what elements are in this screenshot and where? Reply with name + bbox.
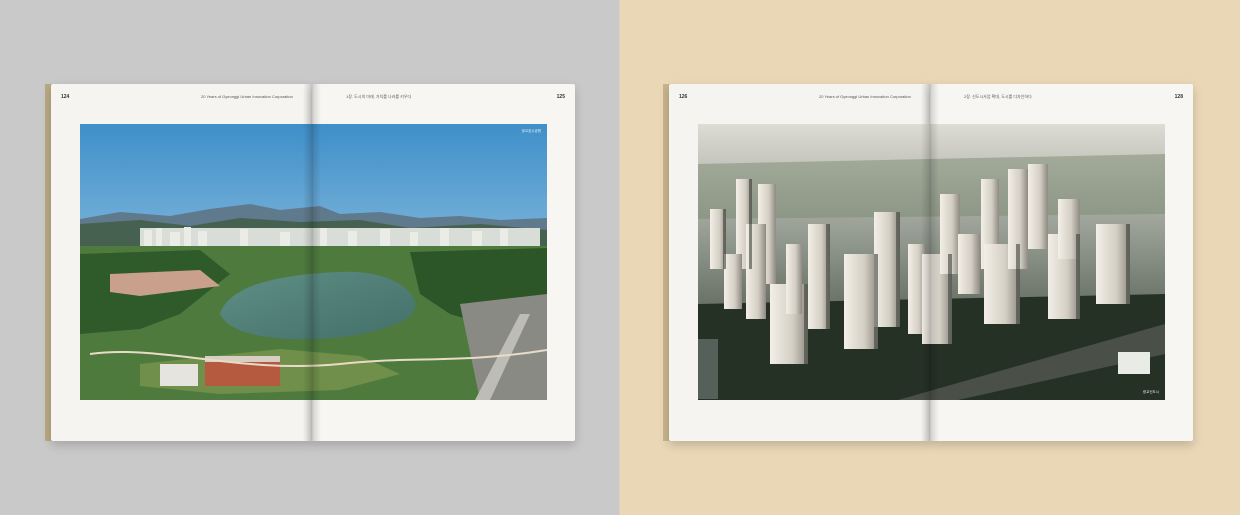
book-gutter-shadow [921,84,939,441]
mockup-canvas: 124 20 Years of Gyeonggi Urban Innovatio… [0,0,1240,515]
photo-credit: 광교호수공원 [521,129,541,133]
running-head-right: 2장. 신도시사업 확대, 도시를 디자인하다 [964,94,1032,99]
page-number-left: 124 [61,94,70,100]
page-number-left: 126 [679,94,688,100]
photo-credit: 광교신도시 [1142,390,1159,394]
gray-backdrop: 124 20 Years of Gyeonggi Urban Innovatio… [0,0,620,515]
book-gutter-shadow [303,84,321,441]
book-spread-towers: 126 20 Years of Gyeonggi Urban Innovatio… [663,84,1193,441]
page-number-right: 128 [1174,94,1183,100]
running-head-left: 20 Years of Gyeonggi Urban Innovation Co… [201,94,293,99]
page-number-right: 125 [556,94,565,100]
book-spread-lake: 124 20 Years of Gyeonggi Urban Innovatio… [45,84,575,441]
running-head-left: 20 Years of Gyeonggi Urban Innovation Co… [819,94,911,99]
running-head-right: 1장. 도시의 미래, 가치를 나라를 키우다 [346,94,412,99]
beige-backdrop: 126 20 Years of Gyeonggi Urban Innovatio… [620,0,1240,515]
